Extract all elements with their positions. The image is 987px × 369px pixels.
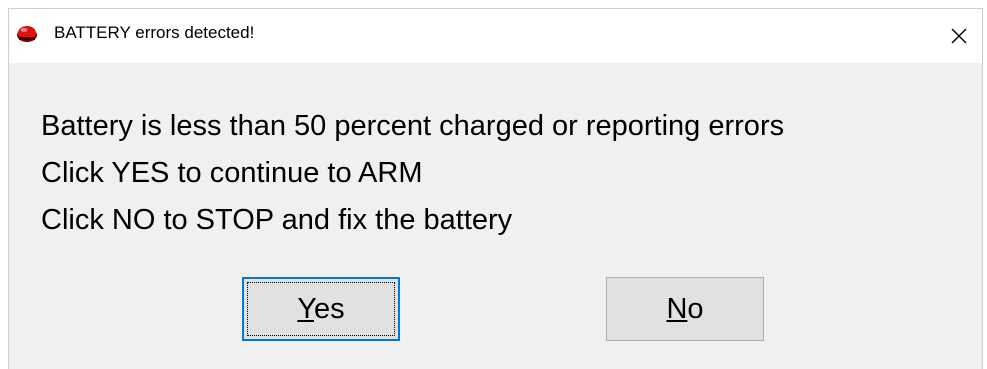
window-title: BATTERY errors detected!	[54, 23, 255, 42]
no-button-label: No	[666, 293, 703, 326]
message-line-2: Click YES to continue to ARM	[41, 157, 423, 189]
message-line-1: Battery is less than 50 percent charged …	[41, 110, 785, 142]
dialog-content: Battery is less than 50 percent charged …	[9, 63, 982, 369]
message-dialog: BATTERY errors detected! Battery is less…	[8, 8, 983, 369]
yes-label-rest: es	[314, 292, 345, 325]
message-text: Battery is less than 50 percent charged …	[41, 103, 784, 244]
no-mnemonic: N	[666, 292, 688, 325]
close-icon	[951, 28, 967, 44]
title-bar[interactable]: BATTERY errors detected!	[9, 9, 982, 63]
close-button[interactable]	[936, 9, 982, 63]
app-icon	[16, 22, 38, 44]
no-button[interactable]: No	[606, 277, 764, 341]
yes-button-label: Yes	[297, 293, 344, 326]
no-label-rest: o	[687, 292, 704, 325]
yes-mnemonic: Y	[297, 292, 315, 325]
message-line-3: Click NO to STOP and fix the battery	[41, 204, 513, 236]
yes-button[interactable]: Yes	[242, 277, 400, 341]
